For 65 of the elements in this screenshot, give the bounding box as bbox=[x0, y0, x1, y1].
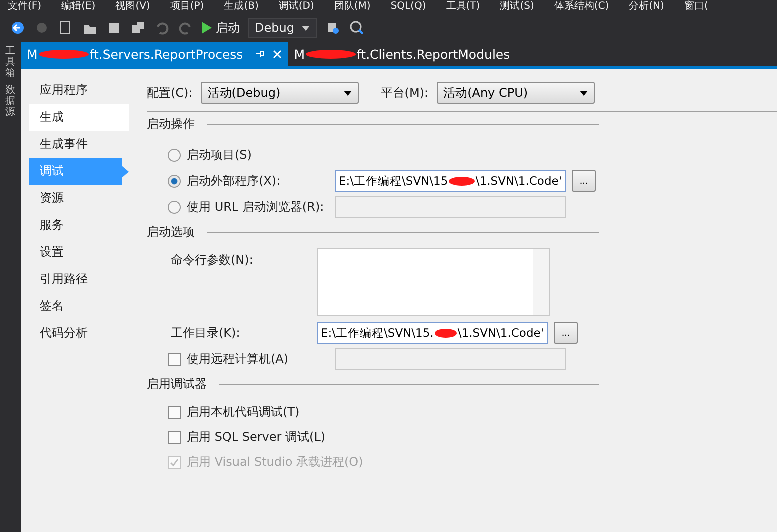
save-icon[interactable] bbox=[106, 20, 122, 36]
configuration-dropdown[interactable]: Debug bbox=[248, 18, 318, 38]
browser-search-icon[interactable] bbox=[349, 20, 366, 36]
back-icon[interactable] bbox=[10, 20, 26, 36]
menu-item[interactable]: 分析(N) bbox=[629, 1, 664, 13]
radio-label: 使用 URL 启动浏览器(R): bbox=[187, 198, 326, 216]
radio-label: 启动外部程序(X): bbox=[187, 172, 282, 190]
nav-item[interactable]: 签名 bbox=[29, 293, 129, 320]
selection-arrow-icon bbox=[122, 166, 129, 178]
nav-item[interactable]: 服务 bbox=[29, 212, 129, 239]
side-panel-tab[interactable]: 数据源 bbox=[6, 85, 16, 118]
radio-button[interactable] bbox=[168, 174, 181, 188]
menu-item[interactable]: 窗口( bbox=[684, 1, 708, 13]
nav-item[interactable]: 生成事件 bbox=[29, 131, 129, 158]
forward-icon[interactable] bbox=[34, 20, 50, 36]
menu-item[interactable]: 生成(B) bbox=[224, 1, 259, 13]
start-button[interactable]: 启动 bbox=[202, 20, 240, 36]
section-title: 启动操作 bbox=[147, 116, 195, 132]
menu-item[interactable]: 工具(T) bbox=[446, 1, 480, 13]
menu-item[interactable]: 调试(D) bbox=[278, 1, 314, 13]
menu-item[interactable]: 项目(P) bbox=[170, 1, 204, 13]
document-tab[interactable]: M ft.Clients.ReportModules bbox=[288, 42, 516, 66]
checkbox-label: 启用 SQL Server 调试(L) bbox=[187, 429, 326, 446]
field-label: 配置(C): bbox=[147, 84, 193, 102]
nav-item[interactable]: 应用程序 bbox=[29, 77, 129, 104]
browse-button[interactable]: ... bbox=[572, 170, 596, 192]
field-label: 工作目录(K): bbox=[171, 324, 242, 342]
configuration-select[interactable]: 活动(Debug) bbox=[200, 82, 359, 104]
nav-item[interactable]: 资源 bbox=[29, 185, 129, 212]
nav-item[interactable]: 代码分析 bbox=[29, 320, 129, 347]
browse-button[interactable]: ... bbox=[554, 322, 578, 344]
menu-item[interactable]: 体系结构(C) bbox=[554, 1, 610, 13]
checkbox-label: 使用远程计算机(A) bbox=[187, 350, 290, 368]
field-label: 平台(M): bbox=[380, 84, 429, 102]
save-all-icon[interactable] bbox=[130, 20, 146, 36]
program-path-field[interactable]: E:\工作编程\SVN\15 \1.SVN\1.Code' bbox=[335, 170, 566, 192]
checkbox[interactable] bbox=[168, 406, 181, 419]
platform-select[interactable]: 活动(Any CPU) bbox=[436, 82, 595, 104]
checkbox[interactable] bbox=[168, 352, 181, 366]
menu-item[interactable]: 测试(S) bbox=[500, 1, 534, 13]
side-panel-tab[interactable]: 工具箱 bbox=[6, 46, 16, 79]
document-tab[interactable]: M ft.Servers.ReportProcess bbox=[21, 42, 288, 66]
field-label: 命令行参数(N): bbox=[171, 252, 254, 269]
nav-item[interactable]: 引用路径 bbox=[29, 266, 129, 293]
section-title: 启动选项 bbox=[147, 224, 195, 240]
close-icon[interactable] bbox=[273, 50, 282, 58]
radio-button[interactable] bbox=[168, 200, 181, 214]
checkbox-label: 启用 Visual Studio 承载进程(O) bbox=[187, 454, 364, 471]
menu-item[interactable]: 文件(F) bbox=[8, 1, 42, 13]
section-title: 启用调试器 bbox=[147, 376, 207, 392]
menu-item[interactable]: SQL(Q) bbox=[390, 1, 426, 13]
url-field[interactable] bbox=[335, 196, 566, 218]
remote-machine-field[interactable] bbox=[335, 348, 566, 370]
pin-icon[interactable] bbox=[255, 49, 266, 59]
play-icon bbox=[202, 22, 212, 34]
radio-button[interactable] bbox=[168, 148, 181, 162]
menu-item[interactable]: 团队(M) bbox=[334, 1, 371, 13]
checkbox[interactable] bbox=[168, 431, 181, 444]
nav-item[interactable]: 生成 bbox=[29, 104, 129, 131]
menu-item[interactable]: 视图(V) bbox=[116, 1, 150, 13]
checkbox-label: 启用本机代码调试(T) bbox=[187, 404, 300, 421]
menu-item[interactable]: 编辑(E) bbox=[62, 1, 96, 13]
nav-item[interactable]: 设置 bbox=[29, 239, 129, 266]
working-directory-field[interactable]: E:\工作编程\SVN\15. \1.SVN\1.Code' bbox=[317, 322, 548, 344]
radio-label: 启动项目(S) bbox=[187, 146, 253, 164]
